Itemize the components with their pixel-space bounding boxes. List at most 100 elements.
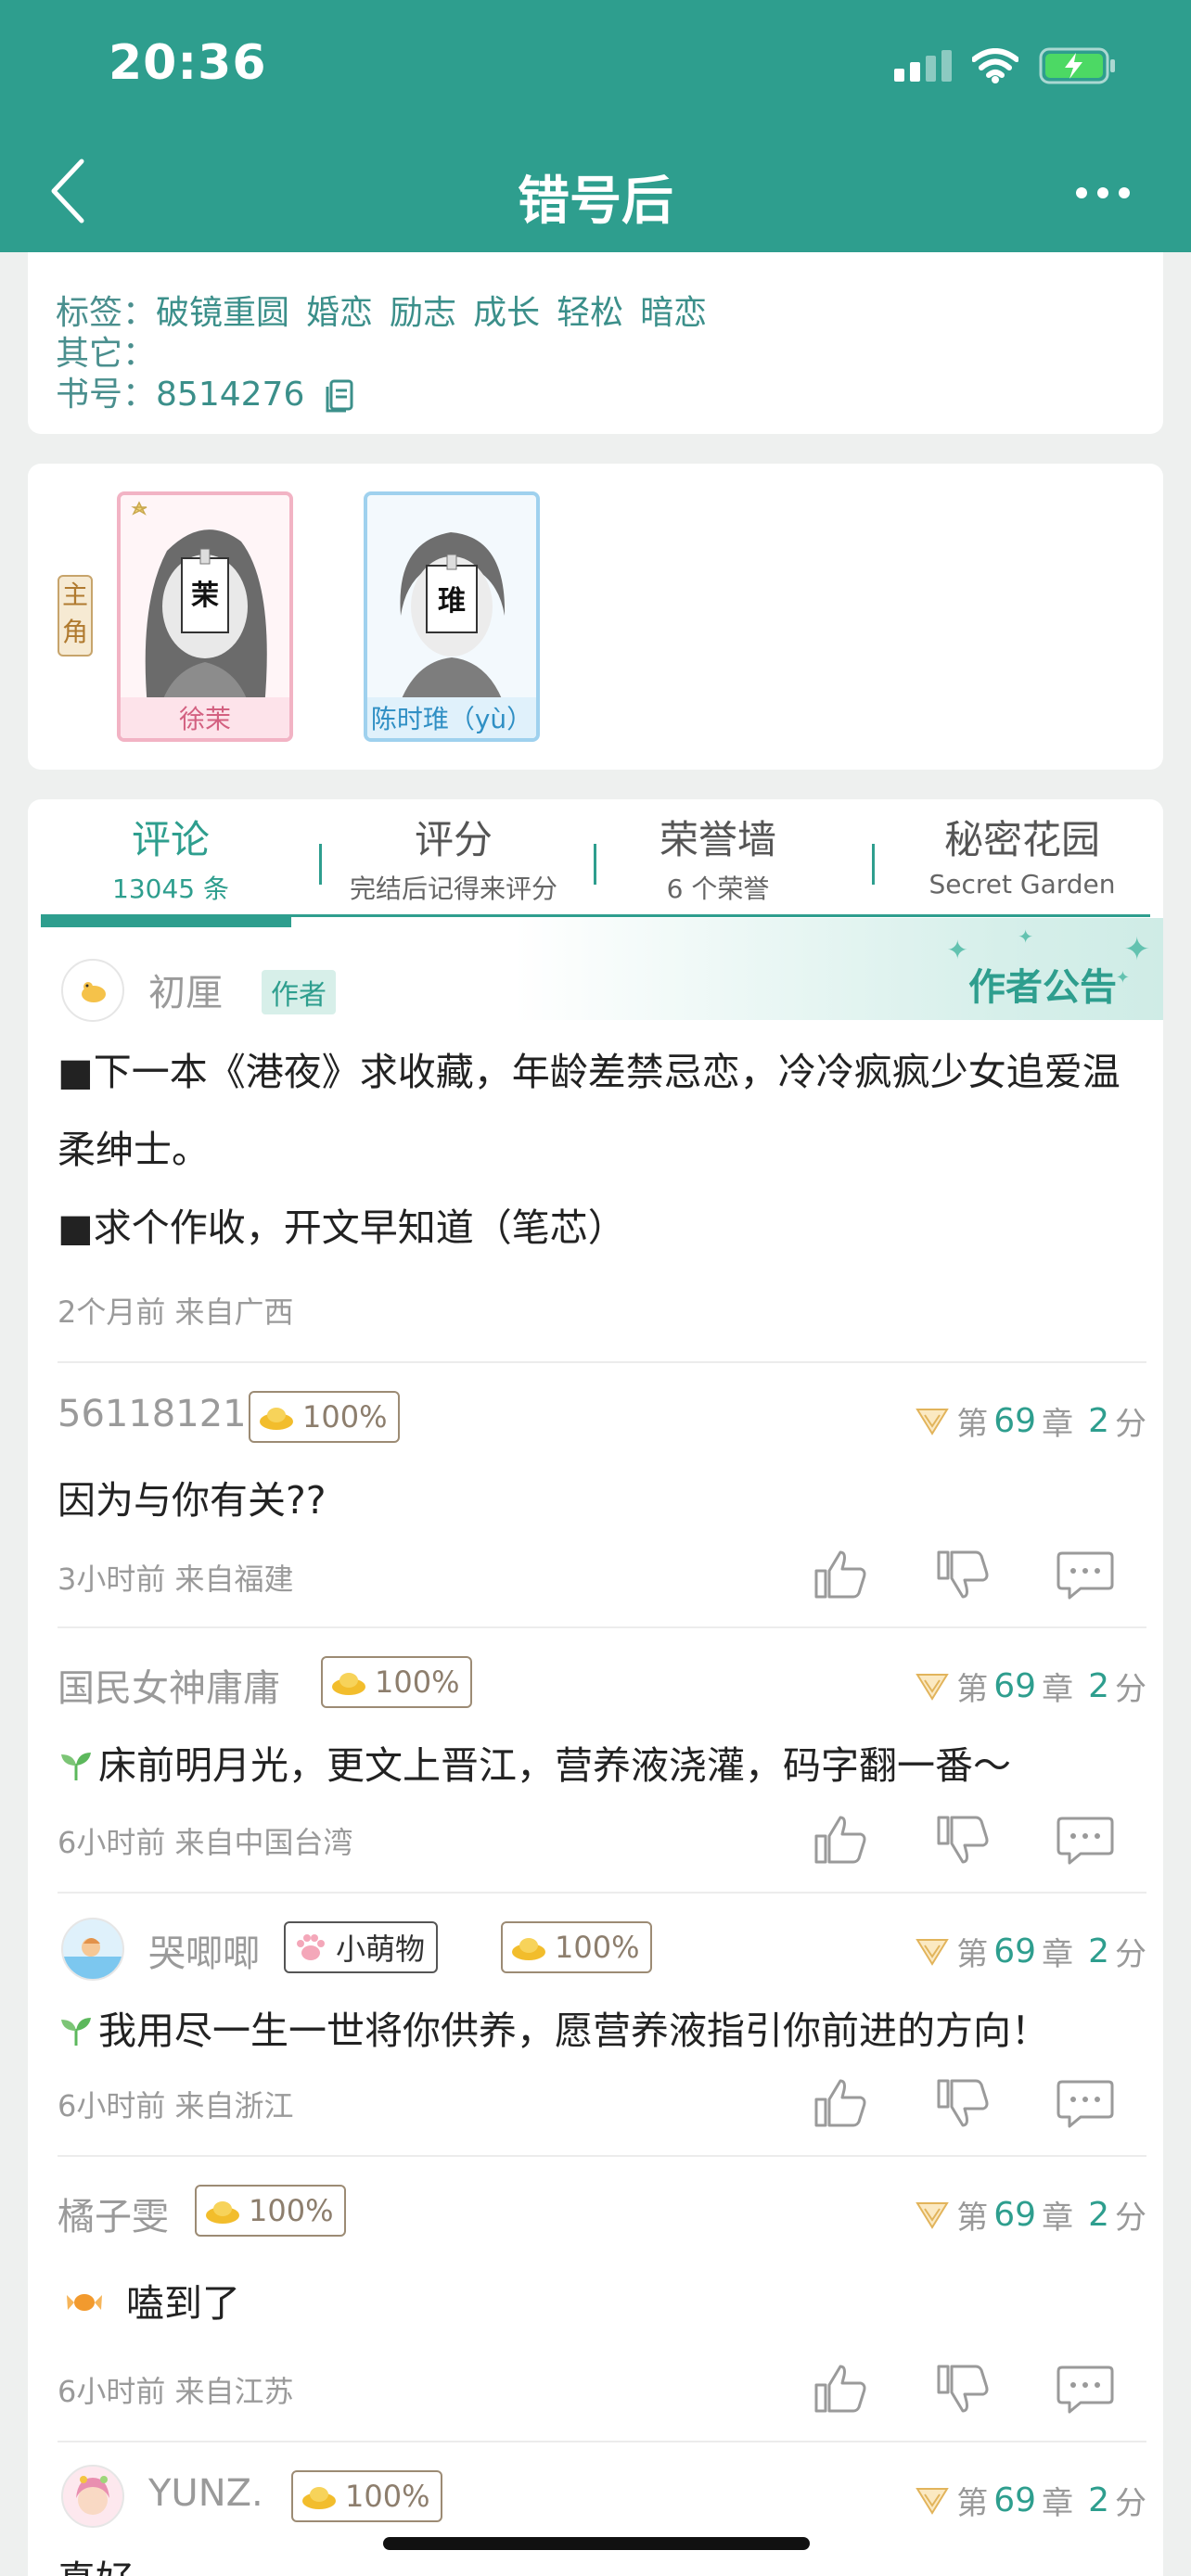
- score-value: 2: [1088, 2481, 1109, 2519]
- tab-label: 秘密花园: [943, 817, 1100, 862]
- book-no-label: 书号：: [56, 376, 157, 414]
- diamond-icon: [916, 1938, 950, 1966]
- tag-item[interactable]: 破镜重圆: [156, 294, 289, 332]
- avatar[interactable]: [61, 959, 124, 1022]
- pet-badge: 小萌物: [284, 1921, 439, 1973]
- chapter-unit: 章: [1042, 2200, 1074, 2237]
- sparkle-icon: ✦: [1115, 968, 1130, 988]
- more-icon[interactable]: [1076, 172, 1132, 213]
- gold-ingot-icon: [512, 1938, 545, 1960]
- reply-button[interactable]: [1024, 1547, 1146, 1602]
- notice-text-2: ■求个作收，开文早知道（笔芯）: [58, 1205, 626, 1250]
- thumbs-down-icon: [937, 2079, 989, 2127]
- vip-badge: 100%: [291, 2470, 443, 2522]
- tab-label: 评分: [414, 817, 493, 862]
- diamond-icon: [916, 2201, 950, 2229]
- chapter-prefix: 第: [956, 1671, 989, 1708]
- avatar[interactable]: [61, 2465, 124, 2528]
- like-button[interactable]: [779, 1812, 902, 1868]
- dislike-button[interactable]: [902, 2361, 1024, 2417]
- tab-comments[interactable]: 评论 13045 条: [96, 809, 245, 906]
- chapter-unit: 章: [1042, 1936, 1074, 1973]
- dislike-button[interactable]: [902, 2075, 1024, 2131]
- tag-item[interactable]: 轻松: [557, 294, 623, 332]
- sprout-icon: [61, 2018, 91, 2046]
- character-face-char: 茉: [191, 580, 219, 612]
- top-bar: 20:36 错号后: [0, 0, 1191, 252]
- comment-meta: 6小时前 来自浙江: [58, 2088, 294, 2123]
- tab-divider: [872, 844, 875, 885]
- dislike-button[interactable]: [902, 1547, 1024, 1602]
- comment-username[interactable]: 哭唧唧: [148, 1923, 260, 1977]
- avatar[interactable]: [61, 1918, 124, 1981]
- chapter-number: 69: [993, 1402, 1037, 1440]
- tag-item[interactable]: 婚恋: [306, 294, 373, 332]
- comment-bubble-icon: [1057, 2080, 1114, 2128]
- reply-button[interactable]: [1024, 2361, 1146, 2417]
- comment-text: 床前明月光，更文上晋江，营养液浇灌，码字翻一番～: [98, 1743, 1011, 1788]
- tab-secret-garden[interactable]: 秘密花园 Secret Garden: [894, 809, 1150, 899]
- book-no: 8514276: [156, 376, 305, 414]
- tab-sub: 完结后记得来评分: [349, 874, 557, 904]
- comment-username[interactable]: 国民女神庸庸: [58, 1658, 280, 1712]
- vip-value: 100%: [555, 1930, 640, 1965]
- character-card-xumo[interactable]: 茉 徐茉: [117, 491, 293, 742]
- chapter-unit: 章: [1042, 1671, 1074, 1708]
- vip-badge: 100%: [249, 1391, 401, 1443]
- comment-username[interactable]: 橘子雯: [58, 2187, 169, 2240]
- score-unit: 分: [1115, 1671, 1146, 1708]
- chapter-info: 第 69 章 2 分: [914, 2192, 1146, 2238]
- divider: [58, 1626, 1146, 1628]
- thumbs-up-icon: [814, 1816, 866, 1864]
- tag-item[interactable]: 暗恋: [640, 294, 707, 332]
- tab-rating[interactable]: 评分 完结后记得来评分: [338, 809, 570, 906]
- score-value: 2: [1088, 2196, 1109, 2234]
- chapter-number: 69: [993, 2196, 1037, 2234]
- candy-icon: [67, 2294, 102, 2311]
- tab-sub: Secret Garden: [928, 869, 1116, 899]
- thumbs-up-icon: [814, 1550, 866, 1599]
- like-button[interactable]: [779, 1547, 902, 1602]
- book-info-card: 标签：破镜重圆 婚恋 励志 成长 轻松 暗恋 其它： 书号：8514276: [28, 252, 1163, 434]
- gold-ingot-icon: [260, 1408, 293, 1430]
- reply-button[interactable]: [1024, 2075, 1146, 2131]
- score-unit: 分: [1115, 2485, 1146, 2522]
- reply-button[interactable]: [1024, 1812, 1146, 1868]
- like-button[interactable]: [779, 2361, 902, 2417]
- status-icons: [894, 43, 1117, 89]
- copy-icon[interactable]: [323, 378, 354, 414]
- tab-bar: 评论 13045 条 评分 完结后记得来评分 荣誉墙 6 个荣誉 秘密花园 Se…: [41, 809, 1150, 904]
- chapter-prefix: 第: [956, 2485, 989, 2522]
- tag-item[interactable]: 成长: [473, 294, 540, 332]
- gold-ingot-icon: [206, 2201, 239, 2224]
- tab-honor-wall[interactable]: 荣誉墙 6 个荣誉: [634, 809, 801, 906]
- divider: [58, 2441, 1146, 2442]
- role-label: 主角: [58, 575, 93, 657]
- avatar-image: [76, 2476, 109, 2515]
- pet-badge-label: 小萌物: [336, 1932, 426, 1967]
- tag-item[interactable]: 励志: [390, 294, 456, 332]
- notice-text-1: ■下一本《港夜》求收藏，年龄差禁忌恋，冷冷疯疯少女追爱温柔绅士。: [58, 1050, 1121, 1172]
- tab-sub: 6 个荣誉: [666, 874, 770, 904]
- character-card-chenshiyu[interactable]: 琟 陈时琟（yù）: [364, 491, 540, 742]
- comment-username[interactable]: YUNZ.: [148, 2472, 263, 2515]
- book-no-row: 书号：8514276: [56, 367, 354, 415]
- dislike-button[interactable]: [902, 1812, 1024, 1868]
- thumbs-down-icon: [937, 1816, 989, 1864]
- thumbs-down-icon: [937, 2365, 989, 2413]
- author-name[interactable]: 初厘: [148, 963, 223, 1016]
- thumbs-down-icon: [937, 1550, 989, 1599]
- avatar-image: [82, 982, 106, 1002]
- tags-row: 标签：破镜重圆 婚恋 励志 成长 轻松 暗恋: [56, 286, 724, 334]
- tab-active-indicator: [41, 914, 291, 927]
- like-button[interactable]: [779, 2075, 902, 2131]
- comment-text: 嗑到了: [126, 2281, 240, 2326]
- chapter-prefix: 第: [956, 1406, 989, 1443]
- paw-icon: [297, 1934, 325, 1960]
- tab-divider: [594, 844, 596, 885]
- diamond-icon: [916, 2487, 950, 2515]
- comment-username[interactable]: 56118121: [58, 1393, 247, 1435]
- chapter-prefix: 第: [956, 1936, 989, 1973]
- chapter-number: 69: [993, 2481, 1037, 2519]
- comment-text: 我用尽一生一世将你供养，愿营养液指引你前进的方向！: [98, 2009, 1049, 2053]
